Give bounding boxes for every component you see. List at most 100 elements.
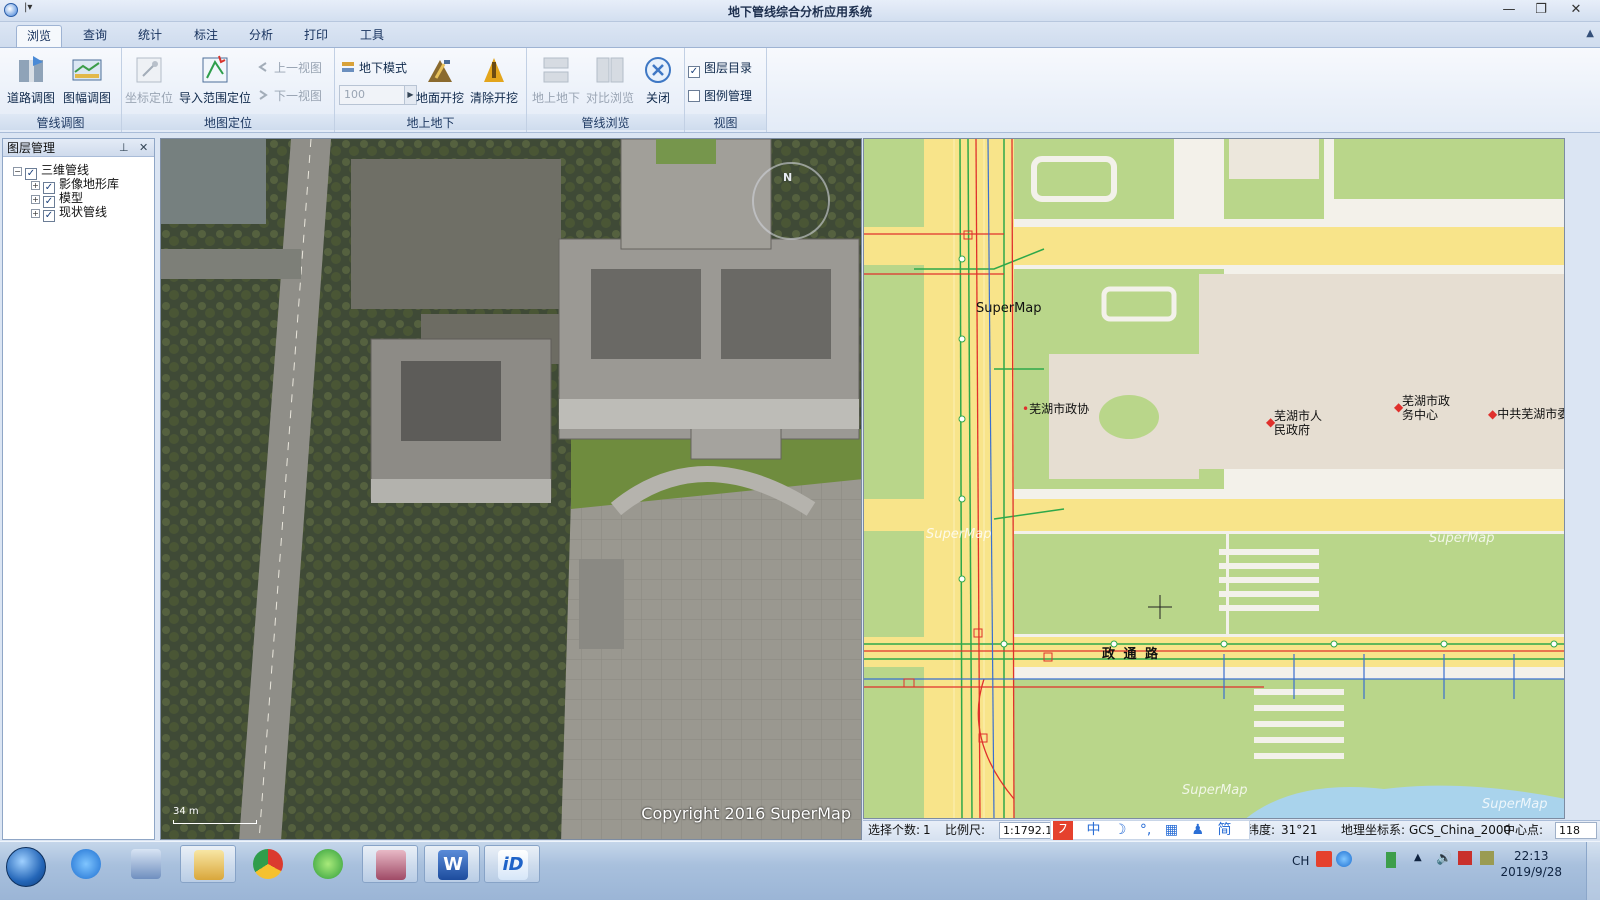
taskbar-360-browser[interactable] <box>300 845 356 883</box>
above-below-ground-button[interactable]: 地上地下 <box>529 52 583 108</box>
sheet-map-button[interactable]: 图幅调图 <box>60 52 114 108</box>
tray-language[interactable]: CH <box>1292 854 1309 900</box>
tray-ime-icon[interactable] <box>1316 851 1332 867</box>
compass-north-label[interactable]: N <box>783 171 792 184</box>
taskbar-clock[interactable]: 22:13 2019/9/28 <box>1500 848 1562 880</box>
scale-input[interactable]: 1:1792.1 <box>999 822 1051 839</box>
poi-label[interactable]: •芜湖市政协 <box>1022 400 1089 417</box>
pin-icon[interactable]: ⊥ <box>119 139 129 157</box>
compare-browse-button[interactable]: 对比浏览 <box>583 52 637 108</box>
ime-keyboard-icon[interactable]: ▦ <box>1165 821 1178 840</box>
coord-locate-button[interactable]: 坐标定位 <box>122 52 176 108</box>
checkbox-checked-icon[interactable]: ✓ <box>43 210 55 222</box>
tree-node-model[interactable]: + ✓ 模型 <box>31 191 83 208</box>
tray-network-icon[interactable] <box>1458 851 1472 865</box>
prev-view-button[interactable]: 上一视图 <box>256 58 322 78</box>
close-compare-button[interactable]: 关闭 <box>633 52 683 108</box>
ribbon-collapse-icon[interactable]: ▲ <box>1586 28 1594 39</box>
tab-tools[interactable]: 工具 <box>350 25 394 47</box>
ime-simplified-icon[interactable]: 简 <box>1218 821 1232 840</box>
restore-button[interactable]: ❐ <box>1527 1 1555 19</box>
ribbon-tabs: 浏览 查询 统计 标注 分析 打印 工具 ▲ <box>0 22 1600 47</box>
watermark-label: SuperMap <box>976 301 1042 316</box>
layer-catalog-checkbox[interactable]: ✓ 图层目录 <box>688 58 752 78</box>
group-label-view: 视图 <box>685 114 766 130</box>
group-map-locate: 坐标定位 导入范围定位 上一视图 下一视图 地图定位 <box>122 48 335 132</box>
tab-annotate[interactable]: 标注 <box>184 25 228 47</box>
latitude-value: 31°21 <box>1281 823 1318 837</box>
ime-chinese-mode-icon[interactable]: 中 <box>1086 821 1100 840</box>
sheet-map-icon <box>71 54 103 86</box>
expand-icon[interactable]: + <box>31 195 40 204</box>
watermark-label: SuperMap <box>1482 797 1548 812</box>
taskbar-file-explorer[interactable] <box>180 845 236 883</box>
close-window-button[interactable]: ✕ <box>1562 1 1590 19</box>
tray-expand-icon[interactable]: ▲ <box>1414 852 1422 900</box>
import-range-locate-button[interactable]: 导入范围定位 <box>178 52 252 108</box>
tab-statistics[interactable]: 统计 <box>128 25 172 47</box>
latitude-label: 纬度: <box>1247 823 1276 837</box>
taskbar-network-tool[interactable] <box>118 845 174 883</box>
tray-battery-icon[interactable] <box>1386 852 1396 868</box>
poi-label[interactable]: ◆ 芜湖市政 务中心 <box>1394 394 1450 422</box>
panel-close-icon[interactable]: ✕ <box>139 139 148 157</box>
scale-bar: 34 m <box>173 806 257 824</box>
taskbar: W iD CH ▲ 🔊 22:13 2019/9/28 <box>0 841 1600 900</box>
center-point-label: 中心点: <box>1503 823 1544 837</box>
start-button[interactable] <box>6 847 46 887</box>
taskbar-chrome[interactable] <box>240 845 296 883</box>
import-range-locate-icon <box>199 54 231 86</box>
tree-node-pipelines[interactable]: + ✓ 现状管线 <box>31 205 107 222</box>
taskbar-ie[interactable] <box>58 845 114 883</box>
underground-mode-button[interactable]: 地下模式 <box>341 58 407 78</box>
legend-manage-checkbox[interactable]: 图例管理 <box>688 86 752 106</box>
crs-value: GCS_China_2000 <box>1409 823 1512 837</box>
checkbox-unchecked-icon <box>688 90 700 102</box>
taskbar-supermap[interactable]: iD <box>484 845 540 883</box>
scene-3d-view[interactable]: N 34 m Copyright 2016 SuperMap <box>160 138 862 840</box>
road-map-button[interactable]: 道路调图 <box>4 52 58 108</box>
tray-volume-icon[interactable]: 🔊 <box>1436 851 1452 900</box>
ime-moon-icon[interactable]: ☽ <box>1114 821 1127 840</box>
poi-label[interactable]: ◆中共芜湖市委 <box>1488 405 1564 422</box>
poi-marker-icon: ◆ <box>1266 415 1276 429</box>
tray-help-icon[interactable] <box>1336 851 1352 867</box>
copyright-label: Copyright 2016 SuperMap <box>641 804 851 823</box>
ime-user-icon[interactable]: ♟ <box>1192 821 1205 840</box>
ime-punct-icon[interactable]: °, <box>1140 821 1151 840</box>
tab-print[interactable]: 打印 <box>294 25 338 47</box>
scale-label: 比例尺: <box>945 823 986 837</box>
excavate-depth-input[interactable]: 100 ▶ <box>339 85 417 105</box>
poi-label[interactable]: ◆ 芜湖市人 民政府 <box>1266 409 1322 437</box>
tree-node-root[interactable]: − ✓ 三维管线 <box>13 163 89 180</box>
close-circle-icon <box>642 54 674 86</box>
ground-excavate-button[interactable]: 地面开挖 <box>413 52 467 108</box>
show-desktop-button[interactable] <box>1586 842 1600 900</box>
expand-icon[interactable]: + <box>31 209 40 218</box>
expand-icon[interactable]: + <box>31 181 40 190</box>
map-2d-view[interactable]: SuperMap SuperMap SuperMap SuperMap Supe… <box>863 138 1565 819</box>
prev-view-icon <box>256 60 270 74</box>
next-view-button[interactable]: 下一视图 <box>256 86 322 106</box>
clock-date: 2019/9/28 <box>1500 865 1562 879</box>
group-view: ✓ 图层目录 图例管理 视图 <box>685 48 767 132</box>
collapse-icon[interactable]: − <box>13 167 22 176</box>
taskbar-word[interactable]: W <box>424 845 480 883</box>
tab-analysis[interactable]: 分析 <box>239 25 283 47</box>
tab-browse[interactable]: 浏览 <box>16 25 63 47</box>
taskbar-database-app[interactable] <box>362 845 418 883</box>
center-point-input[interactable]: 118 <box>1555 822 1597 839</box>
tree-node-imagery[interactable]: + ✓ 影像地形库 <box>31 177 119 194</box>
pipeline-map <box>864 139 1564 818</box>
road-label: 政 通 路 <box>1102 647 1161 662</box>
internet-explorer-icon <box>71 849 101 879</box>
poi-marker-icon: ◆ <box>1394 400 1404 414</box>
crs-label: 地理坐标系: <box>1341 823 1406 837</box>
clock-time: 22:13 <box>1513 849 1549 863</box>
ime-logo-icon[interactable]: ㇇ <box>1053 821 1073 840</box>
tab-query[interactable]: 查询 <box>73 25 117 47</box>
minimize-button[interactable]: — <box>1495 1 1523 19</box>
tray-flag-icon[interactable] <box>1480 851 1494 865</box>
clear-excavate-button[interactable]: 清除开挖 <box>467 52 521 108</box>
clear-excavate-icon <box>478 54 510 86</box>
